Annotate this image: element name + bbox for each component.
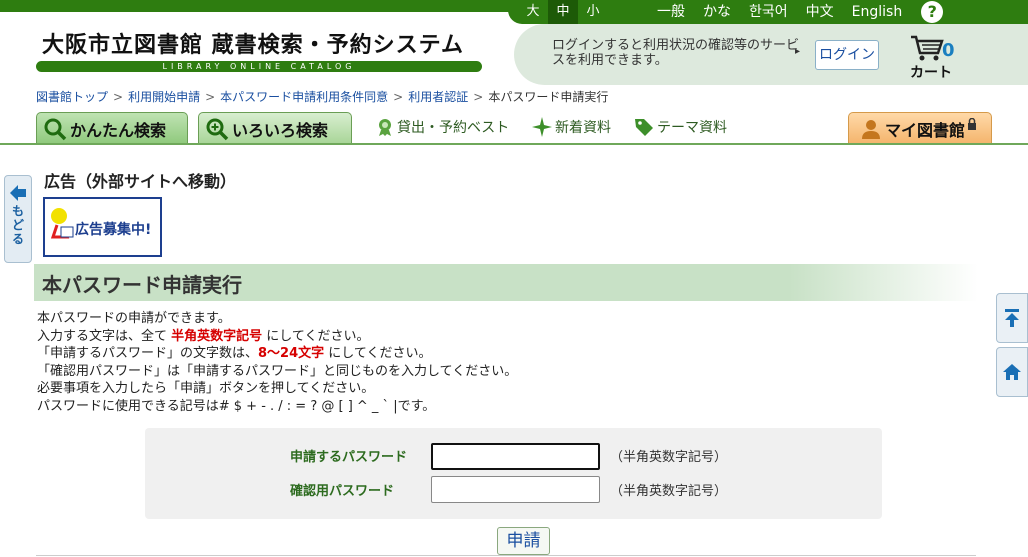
breadcrumb-separator: > xyxy=(473,90,484,104)
instruction-emphasis: 半角英数字記号 xyxy=(171,328,263,344)
breadcrumb-password-terms[interactable]: 本パスワード申請利用条件同意 xyxy=(220,90,388,104)
medal-icon xyxy=(379,119,391,136)
instruction-line: 「申請するパスワード」の文字数は、8～24文字 にしてください。 xyxy=(37,345,517,363)
arrow-left-icon xyxy=(10,185,26,201)
back-button[interactable]: もどる xyxy=(4,175,32,263)
cart-icon xyxy=(911,35,944,61)
lang-english[interactable]: English xyxy=(843,0,912,24)
instruction-text: 入力する文字は、全て xyxy=(37,328,172,344)
instructions: 本パスワードの申請ができます。 入力する文字は、全て 半角英数字記号 にしてくだ… xyxy=(37,310,517,415)
nav-theme-materials-label: テーマ資料 xyxy=(657,120,727,136)
breadcrumb-user-auth[interactable]: 利用者認証 xyxy=(408,90,468,104)
cart-count: 0 xyxy=(942,40,955,61)
breadcrumb-current: 本パスワード申請実行 xyxy=(488,90,609,104)
password-hint: （半角英数字記号） xyxy=(610,450,728,465)
breadcrumb: 図書館トップ > 利用開始申請 > 本パスワード申請利用条件同意 > 利用者認証 > 本パスワー… xyxy=(36,88,608,105)
login-message: ログインすると利用状況の確認等のサービスを利用できます。 xyxy=(552,38,800,68)
section-heading: 本パスワード申請実行 xyxy=(34,264,978,301)
site-logo[interactable]: 大阪市立図書館 蔵書検索・予約システム LIBRARY ONLINE CATAL… xyxy=(36,30,482,72)
instruction-line: 「確認用パスワード」は「申請するパスワード」と同じものを入力してください。 xyxy=(37,363,518,379)
tab-easy-search-label: かんたん検索 xyxy=(70,120,167,140)
nav-new-arrivals-label: 新着資料 xyxy=(555,120,611,136)
instruction-text: にしてください。 xyxy=(324,346,432,361)
lang-chinese[interactable]: 中文 xyxy=(797,0,843,24)
nav-best-ranking[interactable]: 貸出・予約ベスト xyxy=(376,117,509,137)
lock-icon xyxy=(968,117,976,130)
breadcrumb-separator: > xyxy=(205,90,216,104)
instruction-line: 入力する文字は、全て 半角英数字記号 にしてください。 xyxy=(37,328,517,346)
confirm-password-input[interactable] xyxy=(431,476,600,503)
tab-easy-search[interactable]: かんたん検索 xyxy=(36,112,188,144)
user-icon xyxy=(861,119,880,139)
logo-subtitle: LIBRARY ONLINE CATALOG xyxy=(36,61,482,72)
confirm-password-hint: （半角英数字記号） xyxy=(610,484,728,499)
ad-banner-text: 広告募集中! xyxy=(75,222,152,238)
font-size-small[interactable]: 小 xyxy=(578,0,608,24)
instruction-line: 必要事項を入力したら「申請」ボタンを押してください。 xyxy=(37,381,375,396)
page-title: 本パスワード申請実行 xyxy=(42,273,242,297)
instruction-line: 本パスワードの申請ができます。 xyxy=(37,311,231,326)
tab-various-search-label: いろいろ検索 xyxy=(232,120,329,140)
tab-my-library-label: マイ図書館 xyxy=(884,120,965,140)
search-plus-icon xyxy=(206,118,229,140)
submit-button[interactable]: 申請 xyxy=(497,527,550,555)
breadcrumb-separator: > xyxy=(113,90,124,104)
ad-title: 広告（外部サイトへ移動） xyxy=(44,172,237,191)
nav-theme-materials[interactable]: テーマ資料 xyxy=(634,117,727,137)
nav-best-ranking-label: 貸出・予約ベスト xyxy=(397,120,510,136)
cart-button[interactable]: 0 カート xyxy=(910,34,970,81)
mascot-icon xyxy=(50,208,74,239)
home-button[interactable] xyxy=(996,347,1028,397)
tag-icon xyxy=(635,119,653,136)
help-icon[interactable]: ? xyxy=(921,1,944,23)
breadcrumb-separator: > xyxy=(393,90,404,104)
logo-title: 大阪市立図書館 蔵書検索・予約システム xyxy=(42,32,465,58)
lang-general[interactable]: 一般 xyxy=(648,0,694,24)
search-icon xyxy=(44,118,67,140)
instruction-emphasis: 8～24文字 xyxy=(258,346,325,361)
password-label: 申請するパスワード xyxy=(290,450,408,465)
lang-kana[interactable]: かな xyxy=(694,0,740,24)
login-button[interactable]: ログイン xyxy=(815,40,879,70)
back-label: もどる xyxy=(11,204,24,246)
nav-divider xyxy=(0,143,1028,145)
sparkle-icon xyxy=(532,117,552,137)
lang-korean[interactable]: 한국어 xyxy=(740,0,797,24)
instruction-text: 「申請するパスワード」の文字数は、 xyxy=(37,346,259,361)
instruction-text: にしてください。 xyxy=(262,328,370,344)
breadcrumb-library-top[interactable]: 図書館トップ xyxy=(36,90,108,104)
scroll-top-button[interactable] xyxy=(996,293,1028,343)
tab-my-library[interactable]: マイ図書館 xyxy=(848,112,992,144)
top-options-bar: 大 中 小 一般 かな 한국어 中文 English ? xyxy=(508,0,1028,24)
home-icon xyxy=(1003,364,1021,380)
instruction-line: パスワードに使用できる記号は# $ + - . / : = ? @ [ ] ^ … xyxy=(37,398,436,414)
password-input[interactable] xyxy=(431,443,600,470)
login-panel: ログインすると利用状況の確認等のサービスを利用できます。 ▸ ログイン 0 カー… xyxy=(514,24,1028,85)
arrow-right-icon: ▸ xyxy=(795,46,801,57)
nav-new-arrivals[interactable]: 新着資料 xyxy=(532,117,611,137)
breadcrumb-registration[interactable]: 利用開始申請 xyxy=(128,90,200,104)
bottom-divider xyxy=(36,555,976,556)
ad-banner[interactable]: 広告募集中! xyxy=(43,197,162,257)
cart-label: カート xyxy=(910,65,952,81)
page: 大 中 小 一般 かな 한국어 中文 English ? 大阪市立図書館 蔵書検… xyxy=(0,0,1028,557)
confirm-password-label: 確認用パスワード xyxy=(290,484,395,499)
font-size-large[interactable]: 大 xyxy=(518,0,548,24)
arrow-to-top-icon xyxy=(1005,309,1019,327)
password-form: 申請するパスワード （半角英数字記号） 確認用パスワード （半角英数字記号） xyxy=(145,428,882,519)
font-size-medium[interactable]: 中 xyxy=(548,0,578,24)
tab-various-search[interactable]: いろいろ検索 xyxy=(198,112,352,144)
